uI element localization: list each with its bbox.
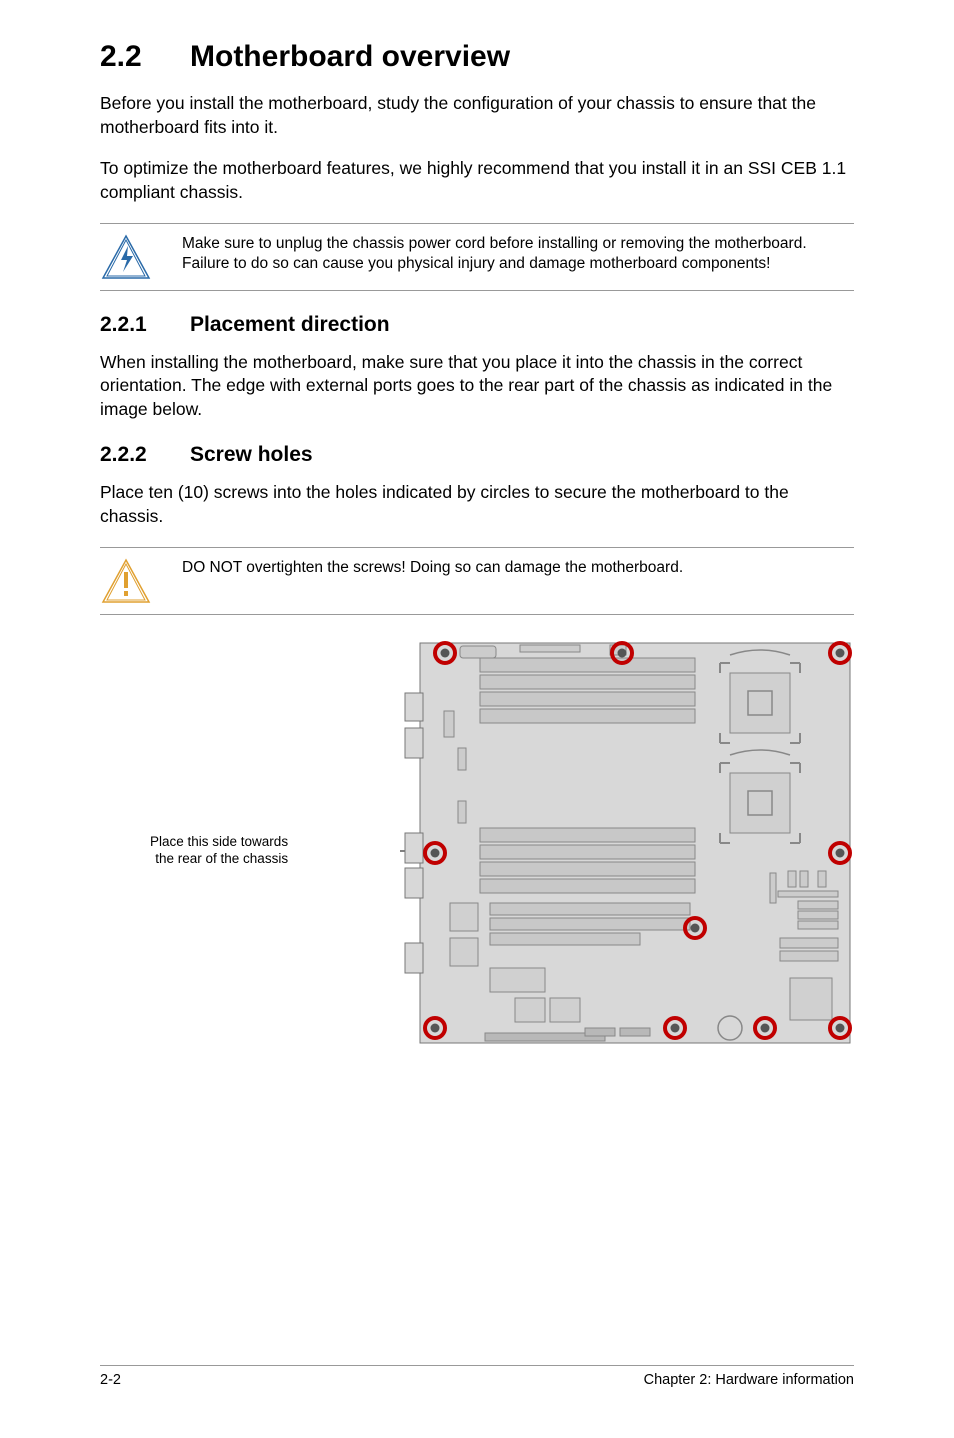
motherboard-diagram-container: Place this side towards the rear of the … [100,633,854,1103]
chapter-label: Chapter 2: Hardware information [644,1372,854,1388]
subheading-placement: 2.2.1Placement direction [100,313,854,337]
caution-text-overtighten: DO NOT overtighten the screws! Doing so … [182,556,683,579]
sub1-para: When installing the motherboard, make su… [100,351,854,422]
page-footer: 2-2 Chapter 2: Hardware information [100,1365,854,1388]
warning-text-unplug: Make sure to unplug the chassis power co… [182,232,854,276]
lightning-warning-icon [100,232,152,282]
section-title: Motherboard overview [190,40,510,73]
sub2-number: 2.2.2 [100,443,190,467]
section-number: 2.2 [100,40,190,74]
subheading-screwholes: 2.2.2Screw holes [100,443,854,467]
sub1-title: Placement direction [190,313,390,336]
intro-para-2: To optimize the motherboard features, we… [100,157,854,204]
sub2-title: Screw holes [190,443,313,466]
section-heading: 2.2Motherboard overview [100,40,854,74]
warning-block-unplug: Make sure to unplug the chassis power co… [100,223,854,291]
sub2-para: Place ten (10) screws into the holes ind… [100,481,854,528]
motherboard-diagram [400,633,860,1063]
diagram-side-label: Place this side towards the rear of the … [150,833,288,868]
diagram-side-label-line2: the rear of the chassis [155,851,288,866]
intro-para-1: Before you install the motherboard, stud… [100,92,854,139]
sub1-number: 2.2.1 [100,313,190,337]
diagram-side-label-line1: Place this side towards [150,834,288,849]
caution-block-overtighten: DO NOT overtighten the screws! Doing so … [100,547,854,615]
page-number: 2-2 [100,1372,121,1388]
exclamation-caution-icon [100,556,152,606]
